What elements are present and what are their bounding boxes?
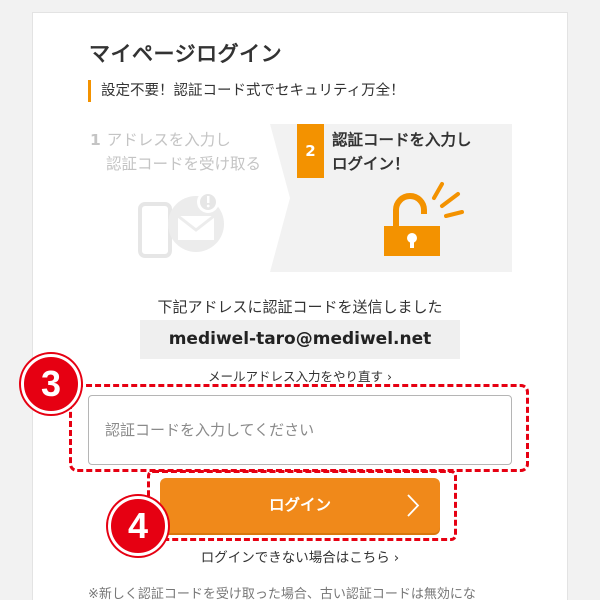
step-2-line2: ログイン！ [332, 155, 410, 173]
step-2-line1: 認証コードを入力し [332, 131, 472, 149]
unlocked-padlock-icon [384, 182, 464, 256]
cant-login-link[interactable]: ログインできない場合はこちら › [0, 546, 600, 566]
notice-text: ※新しく認証コードを受け取った場合、古い認証コードは無効にな [88, 587, 476, 600]
page-subtitle: 設定不要！認証コード式でセキュリティ万全！ [88, 80, 405, 102]
step-1-line1: アドレスを入力し [106, 131, 231, 149]
sent-email-address: mediwel-taro@mediwel.net [140, 320, 460, 359]
step-1: 1 アドレスを入力し 認証コードを受け取る [88, 124, 292, 272]
login-button[interactable]: ログイン [160, 478, 440, 533]
sent-message: 下記アドレスに認証コードを送信しました [157, 298, 443, 316]
redo-email-link-label: メールアドレス入力をやり直す [207, 369, 383, 384]
page-title: マイページログイン [89, 42, 283, 66]
cant-login-link-label: ログインできない場合はこちら [200, 550, 390, 566]
step-1-line2: 認証コードを受け取る [106, 155, 262, 173]
chevron-right-icon [407, 494, 420, 517]
step-2-text: 認証コードを入力し ログイン！ [332, 128, 472, 176]
auth-code-input[interactable] [88, 395, 512, 465]
step-1-text: 1 アドレスを入力し 認証コードを受け取る [90, 128, 261, 176]
annotation-badge-3: 3 [21, 354, 81, 414]
step-1-number: 1 [90, 131, 101, 149]
chevron-right-icon: › [387, 369, 392, 384]
step-2: 2 認証コードを入力し ログイン！ [270, 124, 512, 272]
redo-email-link[interactable]: メールアドレス入力をやり直す › [0, 366, 600, 385]
phone-mail-icon [138, 191, 224, 258]
chevron-right-icon: › [393, 550, 400, 566]
step-2-number-badge: 2 [297, 124, 324, 178]
login-button-label: ログイン [268, 497, 331, 514]
